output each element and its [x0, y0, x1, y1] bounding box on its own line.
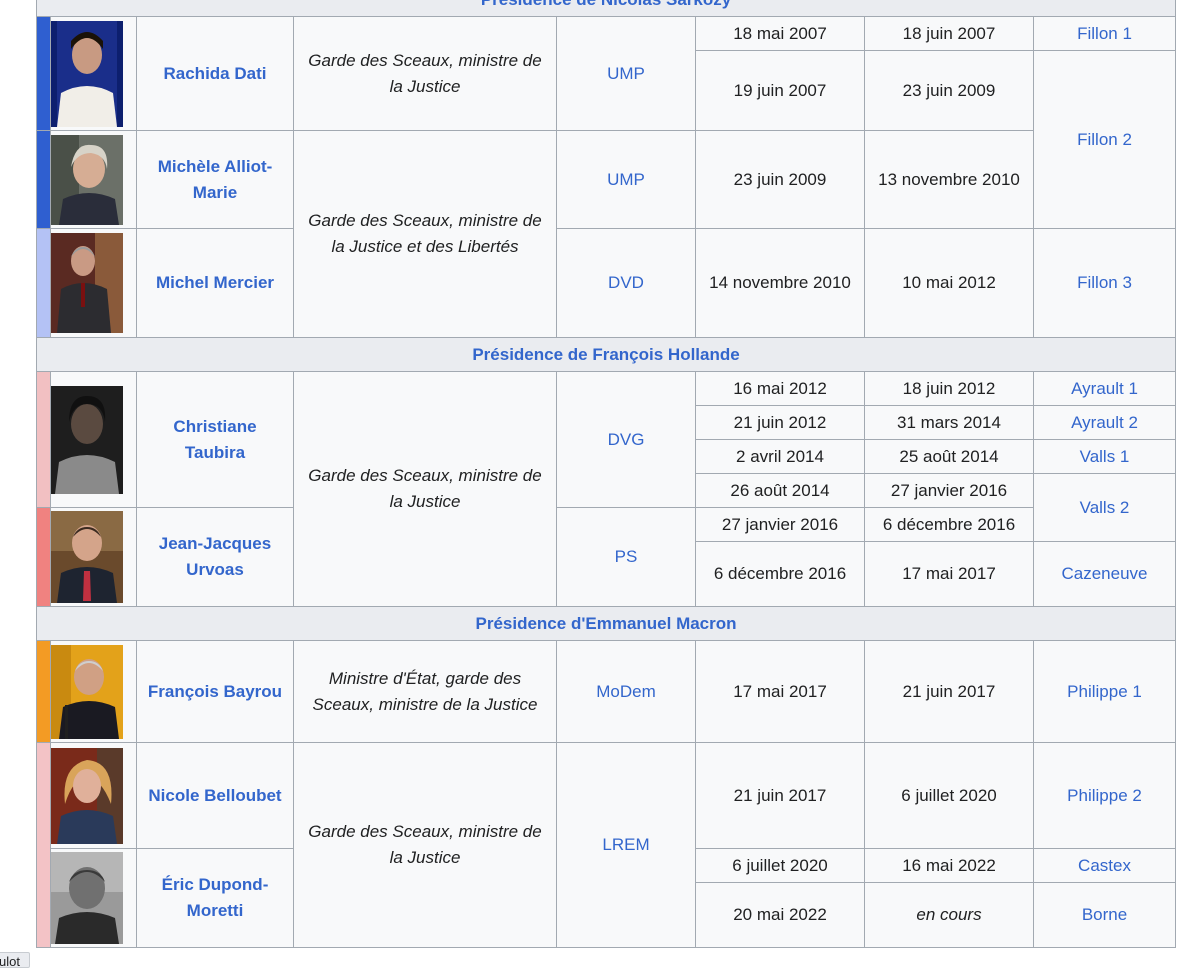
portrait-photo-belloubet[interactable] [51, 747, 136, 844]
party-link[interactable]: UMP [556, 16, 696, 131]
photo-cell [50, 742, 137, 849]
minister-name[interactable]: Christiane Taubira [136, 371, 294, 508]
term-start: 14 novembre 2010 [695, 228, 865, 338]
portrait-photo-mercier[interactable] [51, 233, 136, 333]
table-row: François Bayrou Ministre d'État, garde d… [36, 640, 1177, 743]
section-header-sarkozy[interactable]: Présidence de Nicolas Sarkozy [35, 0, 1177, 17]
function-cell: Garde des Sceaux, ministre de la Justice [293, 16, 557, 131]
party-color-bar [36, 640, 51, 743]
footer-tab-button[interactable]: ulot [0, 952, 30, 968]
minister-name[interactable]: Jean-Jacques Urvoas [136, 507, 294, 607]
party-link[interactable]: LREM [556, 742, 696, 948]
table-row: Nicole Belloubet Garde des Sceaux, minis… [36, 742, 1177, 948]
portrait-photo-dati[interactable] [51, 20, 136, 127]
term-end: 31 mars 2014 [864, 405, 1034, 440]
term-end: 23 juin 2009 [864, 50, 1034, 131]
term-start: 19 juin 2007 [695, 50, 865, 131]
term-end: 13 novembre 2010 [864, 130, 1034, 229]
portrait-photo-taubira[interactable] [51, 385, 136, 494]
term-start: 21 juin 2012 [695, 405, 865, 440]
ministers-table: Présidence de Nicolas Sarkozy Rachida Da… [35, 0, 1177, 948]
portrait-photo-bayrou[interactable] [51, 644, 136, 739]
term-end: 17 mai 2017 [864, 541, 1034, 607]
term-end: en cours [864, 882, 1034, 948]
government-link[interactable]: Ayrault 2 [1032, 405, 1177, 440]
government-link[interactable]: Cazeneuve [1032, 541, 1177, 607]
minister-name[interactable]: Rachida Dati [136, 16, 294, 131]
minister-name[interactable]: Nicole Belloubet [136, 742, 294, 849]
term-start: 27 janvier 2016 [695, 507, 865, 542]
term-start: 26 août 2014 [695, 473, 865, 508]
table-row: Jean-Jacques Urvoas PS 27 janvier 2016 6… [36, 507, 1176, 607]
term-end: 18 juin 2007 [864, 16, 1034, 51]
photo-cell [50, 848, 137, 948]
term-end: 6 juillet 2020 [864, 742, 1034, 849]
photo-cell [50, 507, 137, 607]
function-cell: Ministre d'État, garde des Sceaux, minis… [293, 640, 557, 743]
function-cell: Garde des Sceaux, ministre de la Justice… [293, 130, 557, 338]
party-link[interactable]: UMP [556, 130, 696, 229]
minister-name[interactable]: Michèle Alliot-Marie [136, 130, 294, 229]
portrait-photo-alliot-marie[interactable] [51, 134, 136, 225]
government-link[interactable]: Ayrault 1 [1032, 371, 1177, 406]
government-link[interactable]: Philippe 1 [1032, 640, 1177, 743]
minister-name[interactable]: François Bayrou [136, 640, 294, 743]
government-link[interactable]: Philippe 2 [1032, 742, 1177, 849]
term-start: 23 juin 2009 [695, 130, 865, 229]
party-link[interactable]: PS [556, 507, 696, 607]
term-start: 20 mai 2022 [695, 882, 865, 948]
government-link[interactable]: Valls 2 [1032, 473, 1177, 542]
table-row: Michèle Alliot-Marie Garde des Sceaux, m… [36, 130, 1176, 338]
term-end: 6 décembre 2016 [864, 507, 1034, 542]
party-link[interactable]: DVD [556, 228, 696, 338]
government-link[interactable]: Borne [1032, 882, 1177, 948]
table-row: Rachida Dati Garde des Sceaux, ministre … [36, 16, 1177, 131]
party-color-bar [36, 16, 51, 131]
term-start: 18 mai 2007 [695, 16, 865, 51]
term-end: 21 juin 2017 [864, 640, 1034, 743]
term-start: 6 décembre 2016 [695, 541, 865, 607]
term-start: 2 avril 2014 [695, 439, 865, 474]
table-row: Christiane Taubira Garde des Sceaux, min… [36, 371, 1177, 607]
government-link[interactable]: Castex [1032, 848, 1177, 883]
minister-name[interactable]: Michel Mercier [136, 228, 294, 338]
term-end: 27 janvier 2016 [864, 473, 1034, 508]
term-start: 6 juillet 2020 [695, 848, 865, 883]
minister-name[interactable]: Éric Dupond-Moretti [136, 848, 294, 948]
section-header-macron[interactable]: Présidence d'Emmanuel Macron [35, 606, 1177, 641]
term-end: 25 août 2014 [864, 439, 1034, 474]
section-header-hollande[interactable]: Présidence de François Hollande [35, 337, 1177, 372]
term-end: 16 mai 2022 [864, 848, 1034, 883]
portrait-photo-urvoas[interactable] [51, 511, 136, 603]
photo-cell [50, 16, 137, 131]
term-start: 16 mai 2012 [695, 371, 865, 406]
photo-cell [50, 130, 137, 229]
party-color-bar [36, 371, 51, 508]
term-end: 18 juin 2012 [864, 371, 1034, 406]
party-link[interactable]: DVG [556, 371, 696, 508]
photo-cell [50, 228, 137, 338]
government-link[interactable]: Valls 1 [1032, 439, 1177, 474]
party-color-bar [36, 130, 51, 229]
government-link[interactable]: Fillon 1 [1032, 16, 1177, 51]
table-row: Michel Mercier DVD 14 novembre 2010 10 m… [36, 228, 1177, 338]
government-link[interactable]: Fillon 3 [1032, 228, 1177, 338]
term-start: 21 juin 2017 [695, 742, 865, 849]
party-color-bar [36, 742, 51, 948]
function-cell: Garde des Sceaux, ministre de la Justice [293, 742, 557, 948]
government-link[interactable]: Fillon 2 [1032, 50, 1177, 229]
term-end: 10 mai 2012 [864, 228, 1034, 338]
term-start: 17 mai 2017 [695, 640, 865, 743]
photo-cell [50, 640, 137, 743]
portrait-photo-dupond-moretti[interactable] [51, 852, 136, 944]
function-cell: Garde des Sceaux, ministre de la Justice [293, 371, 557, 607]
party-color-bar [36, 507, 51, 607]
party-link[interactable]: MoDem [556, 640, 696, 743]
photo-cell [50, 371, 137, 508]
party-color-bar [36, 228, 51, 338]
